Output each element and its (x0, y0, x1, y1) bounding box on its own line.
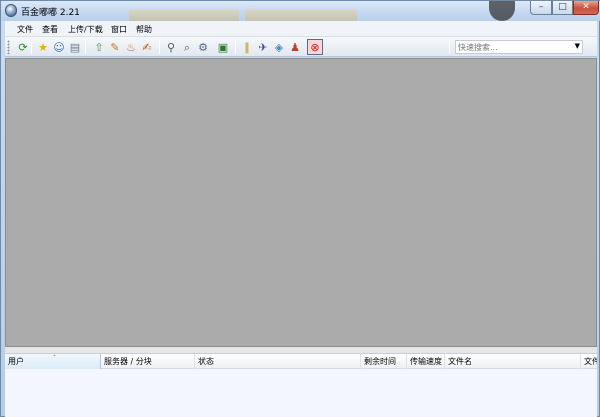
save-disk-icon[interactable]: ◈ (271, 39, 287, 55)
toolbar-separator (159, 40, 160, 54)
menu-upload-download[interactable]: 上传/下载 (68, 24, 103, 35)
network-icon[interactable]: ⚙ (195, 39, 211, 55)
column-file[interactable]: 文件 (581, 354, 597, 369)
monitor-icon[interactable]: ▣ (215, 39, 231, 55)
find-file-icon[interactable]: ⌕ (179, 39, 195, 55)
column-user-label: 用户 (8, 357, 24, 366)
column-status[interactable]: 状态 (195, 354, 361, 369)
app-logo-icon[interactable] (5, 4, 17, 17)
refresh-icon[interactable]: ⟳ (15, 39, 31, 55)
quick-search-combobox[interactable]: ▼ (455, 40, 583, 54)
column-filename[interactable]: 文件名 (445, 354, 581, 369)
menu-view[interactable]: 查看 (42, 24, 58, 35)
minimize-button[interactable]: – (530, 1, 552, 15)
transfer-list-header: 用户 ˆ 服务器 / 分块 状态 剩余时间 传输速度 文件名 文件 (5, 354, 597, 369)
edit-pencil-icon[interactable]: ✎ (107, 39, 123, 55)
column-time-left[interactable]: 剩余时间 (361, 354, 407, 369)
document-icon[interactable]: ▤ (67, 39, 83, 55)
toolbar-separator (449, 40, 450, 54)
menu-bar: 文件 查看 上传/下载 窗口 帮助 (5, 21, 597, 37)
column-server-segment[interactable]: 服务器 / 分块 (101, 354, 195, 369)
write-icon[interactable]: ✍ (139, 39, 155, 55)
background-avatar-blur (489, 1, 515, 21)
quick-search-input[interactable] (458, 42, 568, 53)
window-title: 百金嘟嘟 2.21 (21, 8, 80, 18)
menu-help[interactable]: 帮助 (136, 24, 152, 35)
workspace-area[interactable] (5, 58, 597, 347)
pin-icon[interactable]: ✈ (255, 39, 271, 55)
toolbar-separator (85, 40, 86, 54)
close-button[interactable]: ✕ (573, 1, 599, 15)
chevron-down-icon[interactable]: ▼ (575, 42, 580, 50)
toolbar-separator (235, 40, 236, 54)
transfer-list[interactable]: 用户 ˆ 服务器 / 分块 状态 剩余时间 传输速度 文件名 文件 (5, 353, 597, 417)
flame-icon[interactable]: ♨ (123, 39, 139, 55)
pause-icon[interactable]: ∥ (239, 39, 255, 55)
sort-ascending-icon: ˆ (53, 355, 56, 362)
app-window: 百金嘟嘟 2.21 – □ ✕ 文件 查看 上传/下载 窗口 帮助 ▼ ⟳★☺▤… (0, 0, 600, 417)
search-magnifier-icon[interactable]: ⚲ (163, 39, 179, 55)
toolbar: ▼ ⟳★☺▤ ⇧✎♨✍ ⚲⌕⚙▣ ∥✈◈♟⊗ (5, 37, 597, 57)
users-icon[interactable]: ☺ (51, 39, 67, 55)
maximize-button[interactable]: □ (552, 1, 573, 15)
toolbar-separator (31, 40, 32, 54)
people-icon[interactable]: ♟ (287, 39, 303, 55)
menu-window[interactable]: 窗口 (111, 24, 127, 35)
stop-icon[interactable]: ⊗ (307, 39, 323, 55)
menu-file[interactable]: 文件 (17, 24, 33, 35)
toolbar-grip[interactable] (7, 40, 10, 54)
column-speed[interactable]: 传输速度 (407, 354, 445, 369)
title-bar[interactable]: 百金嘟嘟 2.21 – □ ✕ (1, 1, 600, 23)
column-user[interactable]: 用户 ˆ (5, 354, 101, 369)
favorite-star-icon[interactable]: ★ (35, 39, 51, 55)
upload-user-icon[interactable]: ⇧ (91, 39, 107, 55)
